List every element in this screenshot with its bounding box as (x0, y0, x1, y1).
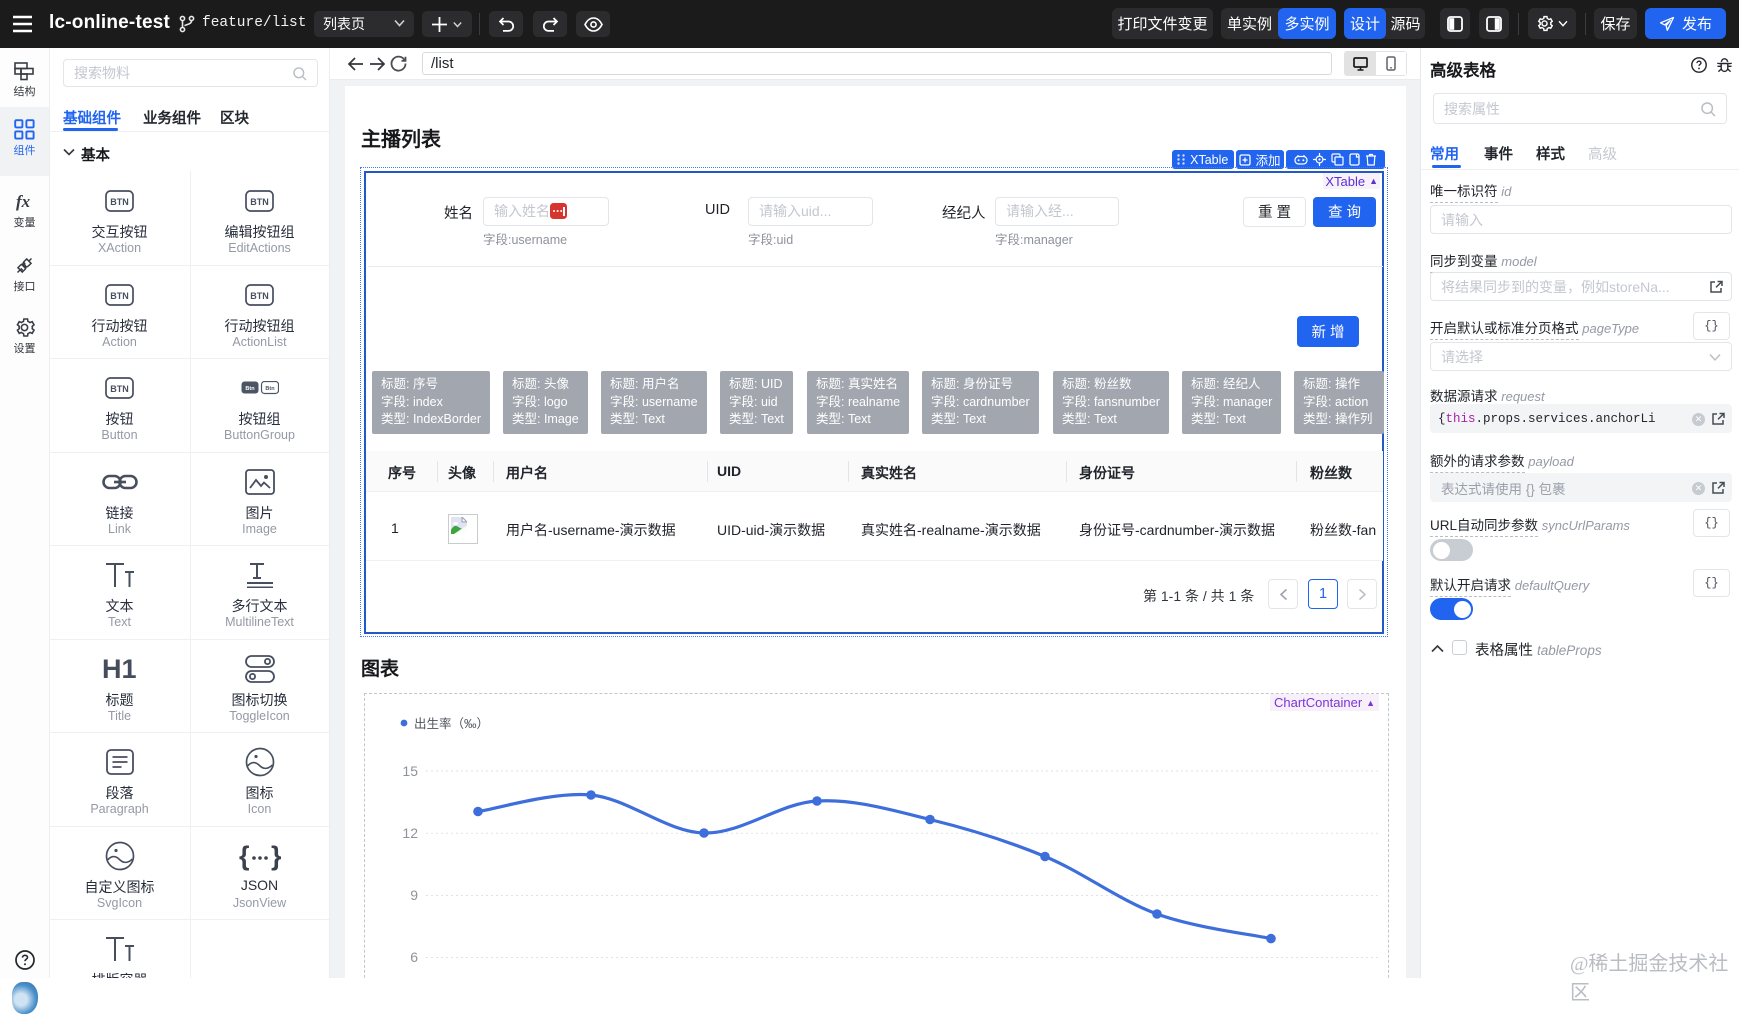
svg-text:fx: fx (16, 192, 31, 211)
svg-text:BTN: BTN (110, 197, 129, 207)
svg-text:BTN: BTN (250, 291, 269, 301)
svg-text:{: { (239, 841, 250, 871)
svg-text:BTN: BTN (250, 197, 269, 207)
svg-text:H1: H1 (102, 655, 137, 683)
svg-text:BTN: BTN (110, 291, 129, 301)
svg-text:Btn: Btn (265, 386, 275, 392)
svg-text:12: 12 (402, 825, 418, 841)
svg-text:}: } (271, 841, 281, 871)
svg-text:15: 15 (402, 763, 418, 779)
svg-text:6: 6 (410, 949, 418, 965)
svg-text:BTN: BTN (110, 384, 129, 394)
svg-text:9: 9 (410, 887, 418, 903)
svg-text:出生率（‰）: 出生率（‰） (414, 716, 489, 731)
svg-text:Btn: Btn (245, 386, 255, 392)
